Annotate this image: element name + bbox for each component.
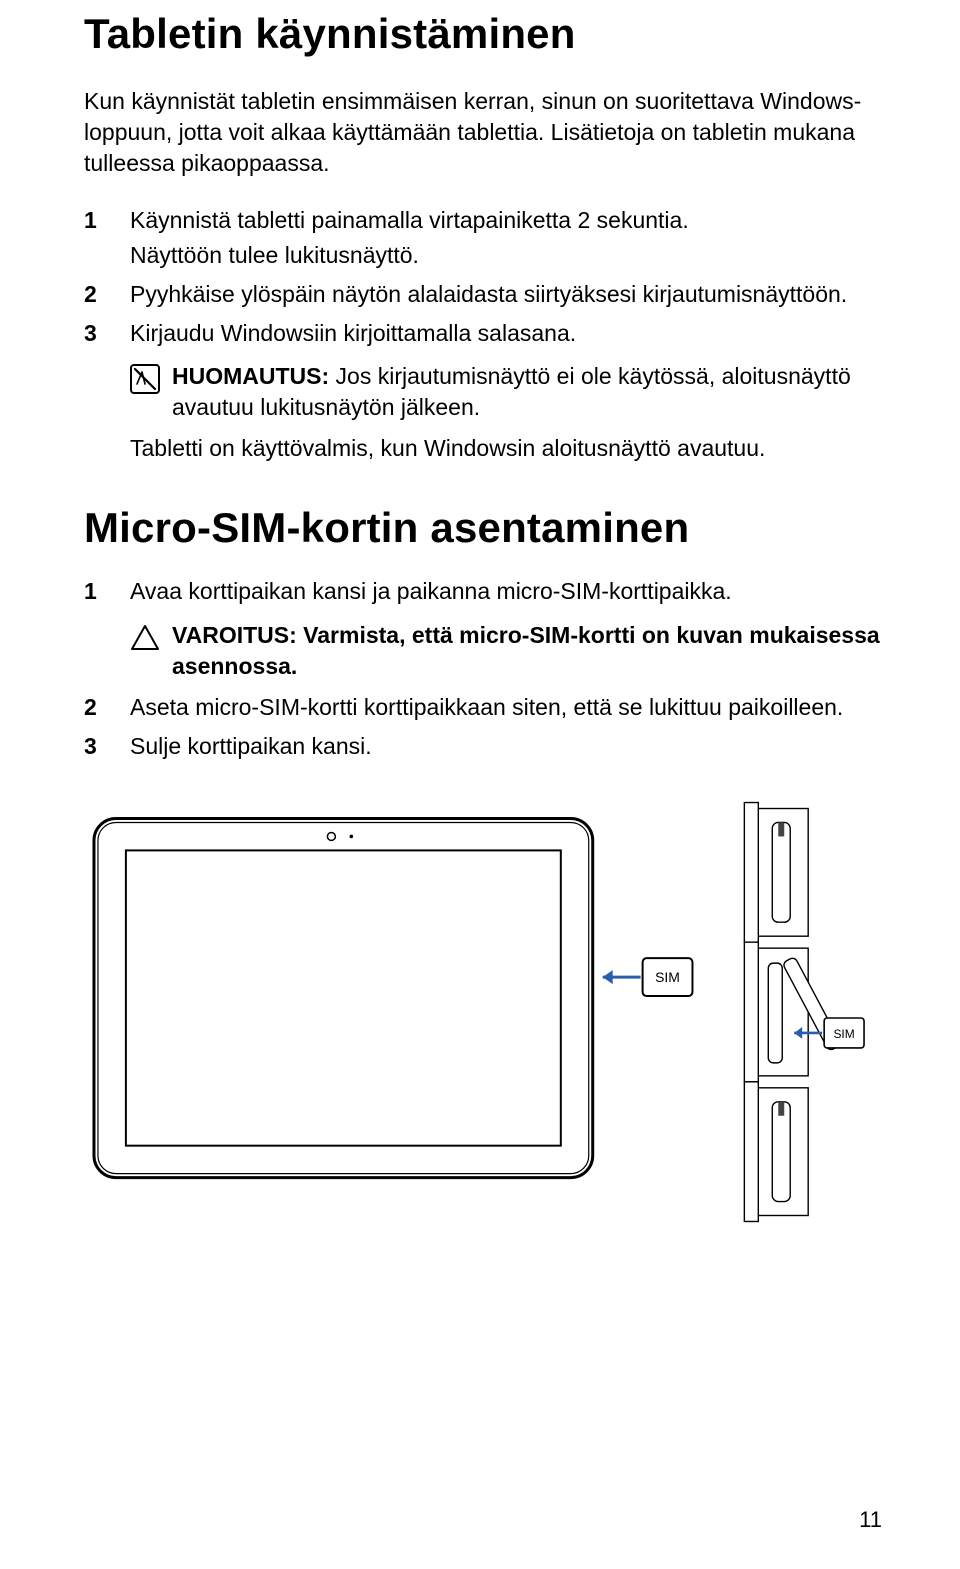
step-body: Avaa korttipaikan kansi ja paikanna micr… [130, 576, 882, 611]
note-text: HUOMAUTUS: Jos kirjautumisnäyttö ei ole … [172, 361, 882, 423]
step-subtext: Näyttöön tulee lukitusnäyttö. [130, 240, 882, 271]
note-callout: HUOMAUTUS: Jos kirjautumisnäyttö ei ole … [130, 361, 882, 423]
step-body: Pyyhkäise ylöspäin näytön alalaidasta si… [130, 279, 882, 314]
step-body: Kirjaudu Windowsiin kirjoittamalla salas… [130, 318, 882, 353]
caution-label: VAROITUS: [172, 622, 297, 648]
step-text: Avaa korttipaikan kansi ja paikanna micr… [130, 576, 882, 607]
figure-side-panels: SIM [744, 802, 864, 1221]
step-text: Käynnistä tabletti painamalla virtapaini… [130, 205, 882, 236]
figure-sim-install: SIM [84, 788, 882, 1238]
intro-paragraph: Kun käynnistät tabletin ensimmäisen kerr… [84, 86, 882, 179]
step-body: Sulje korttipaikan kansi. [130, 731, 882, 766]
caution-text: VAROITUS: Varmista, että micro-SIM-kortt… [172, 620, 882, 682]
step-number: 1 [84, 576, 130, 607]
step-text: Aseta micro-SIM-kortti korttipaikkaan si… [130, 692, 882, 723]
caution-callout: VAROITUS: Varmista, että micro-SIM-kortt… [130, 620, 882, 682]
step-number: 2 [84, 279, 130, 310]
heading-sim-install: Micro-SIM-kortin asentaminen [84, 504, 882, 552]
step-row: 3 Kirjaudu Windowsiin kirjoittamalla sal… [84, 318, 882, 353]
step-text: Kirjaudu Windowsiin kirjoittamalla salas… [130, 318, 882, 349]
page: Tabletin käynnistäminen Kun käynnistät t… [0, 0, 960, 1569]
step-number: 3 [84, 318, 130, 349]
steps-list-1: 1 Käynnistä tabletti painamalla virtapai… [84, 205, 882, 353]
note-label: HUOMAUTUS: [172, 363, 329, 389]
heading-starting-tablet: Tabletin käynnistäminen [84, 0, 882, 58]
figure-sim-card: SIM [603, 958, 693, 996]
step-body: Aseta micro-SIM-kortti korttipaikkaan si… [130, 692, 882, 727]
sim-label: SIM [655, 969, 680, 985]
step-text: Pyyhkäise ylöspäin näytön alalaidasta si… [130, 279, 882, 310]
step-row: 3 Sulje korttipaikan kansi. [84, 731, 882, 766]
step-row: 2 Aseta micro-SIM-kortti korttipaikkaan … [84, 692, 882, 727]
figure-svg: SIM [84, 788, 882, 1238]
caution-icon [130, 623, 160, 653]
step-row: 1 Avaa korttipaikan kansi ja paikanna mi… [84, 576, 882, 611]
step-number: 3 [84, 731, 130, 762]
steps-list-2a: 1 Avaa korttipaikan kansi ja paikanna mi… [84, 576, 882, 611]
sim-label-2: SIM [833, 1027, 854, 1041]
step-number: 2 [84, 692, 130, 723]
note-icon [130, 364, 160, 394]
step-number: 1 [84, 205, 130, 236]
page-number: 11 [859, 1507, 882, 1533]
step-row: 2 Pyyhkäise ylöspäin näytön alalaidasta … [84, 279, 882, 314]
after-note-text: Tabletti on käyttövalmis, kun Windowsin … [130, 433, 882, 464]
step-body: Käynnistä tabletti painamalla virtapaini… [130, 205, 882, 275]
steps-list-2b: 2 Aseta micro-SIM-kortti korttipaikkaan … [84, 692, 882, 766]
step-text: Sulje korttipaikan kansi. [130, 731, 882, 762]
step-row: 1 Käynnistä tabletti painamalla virtapai… [84, 205, 882, 275]
figure-tablet [94, 818, 593, 1177]
